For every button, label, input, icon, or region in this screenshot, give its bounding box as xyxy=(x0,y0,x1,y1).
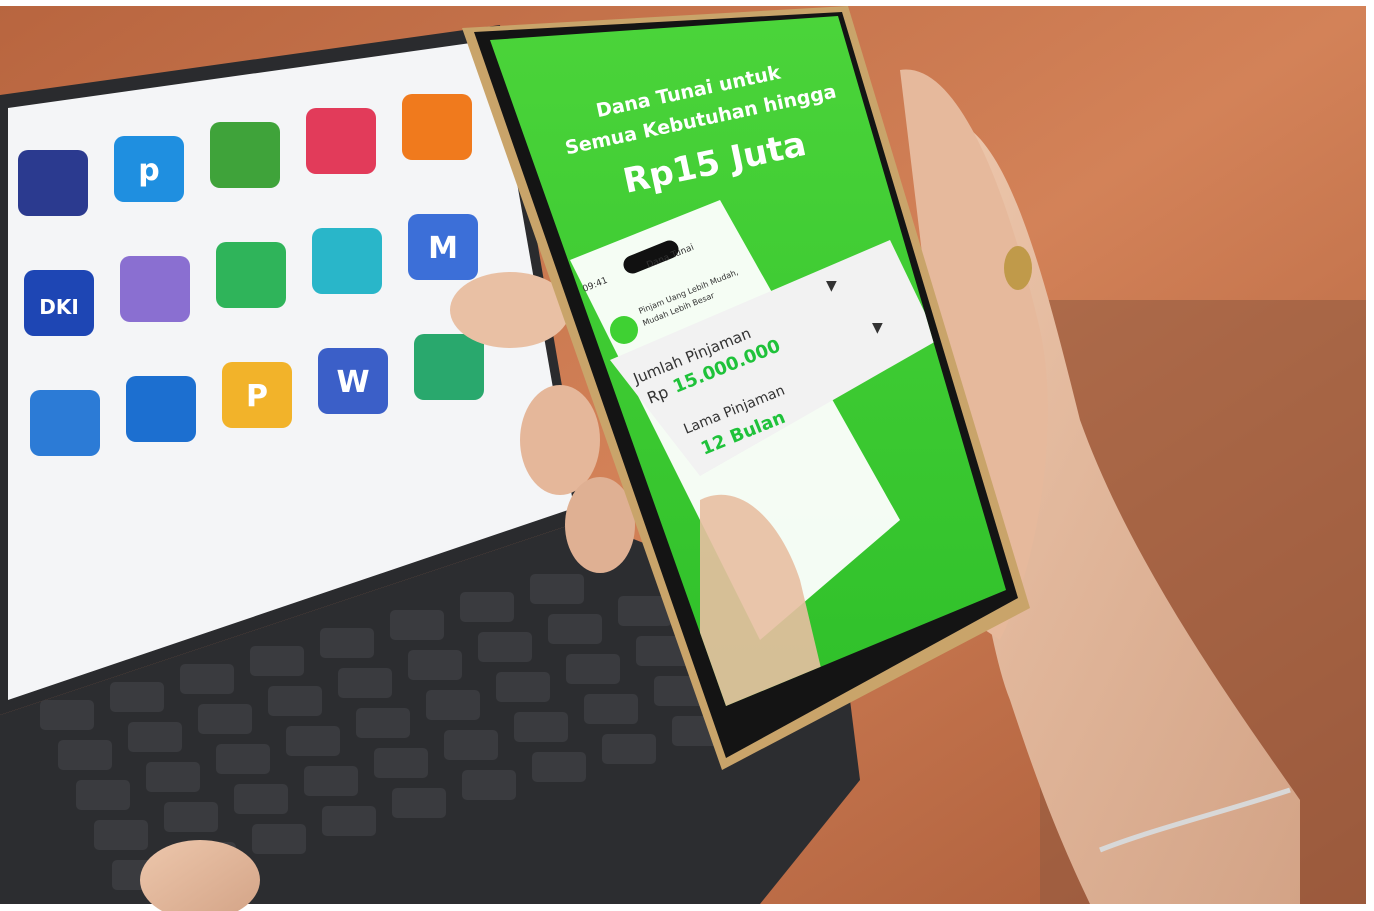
app-tile-label: DKI xyxy=(39,295,79,319)
app-tile-label: P xyxy=(246,379,268,414)
keyboard-key xyxy=(234,784,288,814)
ring-band xyxy=(1004,246,1032,290)
keyboard-key xyxy=(128,722,182,752)
app-tile-label: M xyxy=(428,231,458,266)
keyboard-key xyxy=(146,762,200,792)
app-tile-icon xyxy=(210,122,280,188)
chevron-down-icon-2: ▼ xyxy=(872,320,883,336)
app-tile-icon xyxy=(312,228,382,294)
app-tile-icon xyxy=(306,108,376,174)
keyboard-key xyxy=(268,686,322,716)
app-tile-label: W xyxy=(336,365,369,400)
keyboard-key xyxy=(286,726,340,756)
app-tile-icon xyxy=(414,334,484,400)
keyboard-key xyxy=(530,574,584,604)
keyboard-key xyxy=(250,646,304,676)
keyboard-key xyxy=(462,770,516,800)
keyboard-key xyxy=(180,664,234,694)
keyboard-key xyxy=(252,824,306,854)
keyboard-key xyxy=(602,734,656,764)
keyboard-key xyxy=(58,740,112,770)
keyboard-key xyxy=(408,650,462,680)
keyboard-key xyxy=(532,752,586,782)
keyboard-key xyxy=(216,744,270,774)
keyboard-key xyxy=(478,632,532,662)
app-tile-icon xyxy=(120,256,190,322)
photo-scene: p DKI M P W 09:41 Dana Tunai Pinjam Uang Leb… xyxy=(0,0,1374,911)
app-tile-label: p xyxy=(138,153,159,188)
photo-illustration: pDKIMP W 09:41 Dana Tunai Pinjam Uang Leb… xyxy=(0,0,1374,911)
keyboard-key xyxy=(548,614,602,644)
keyboard-key xyxy=(356,708,410,738)
keyboard-key xyxy=(198,704,252,734)
keyboard-key xyxy=(444,730,498,760)
keyboard-key xyxy=(496,672,550,702)
app-tile-icon xyxy=(216,242,286,308)
keyboard-key xyxy=(304,766,358,796)
app-tile-icon xyxy=(402,94,472,160)
keyboard-key xyxy=(566,654,620,684)
keyboard-key xyxy=(514,712,568,742)
keyboard-key xyxy=(392,788,446,818)
white-frame-top xyxy=(0,0,1374,6)
white-frame-right xyxy=(1366,0,1374,911)
app-tile-icon xyxy=(30,390,100,456)
keyboard-key xyxy=(76,780,130,810)
keyboard-key xyxy=(322,806,376,836)
keyboard-key xyxy=(426,690,480,720)
keyboard-key xyxy=(338,668,392,698)
keyboard-key xyxy=(164,802,218,832)
keyboard-key xyxy=(320,628,374,658)
keyboard-key xyxy=(94,820,148,850)
keyboard-key xyxy=(40,700,94,730)
index-finger xyxy=(520,385,600,495)
keyboard-key xyxy=(390,610,444,640)
keyboard-key xyxy=(584,694,638,724)
keyboard-key xyxy=(460,592,514,622)
app-tile-icon xyxy=(18,150,88,216)
mock-app-logo xyxy=(610,316,638,344)
chevron-down-icon: ▼ xyxy=(826,278,837,294)
keyboard-key xyxy=(110,682,164,712)
app-tile-icon xyxy=(126,376,196,442)
keyboard-key xyxy=(374,748,428,778)
